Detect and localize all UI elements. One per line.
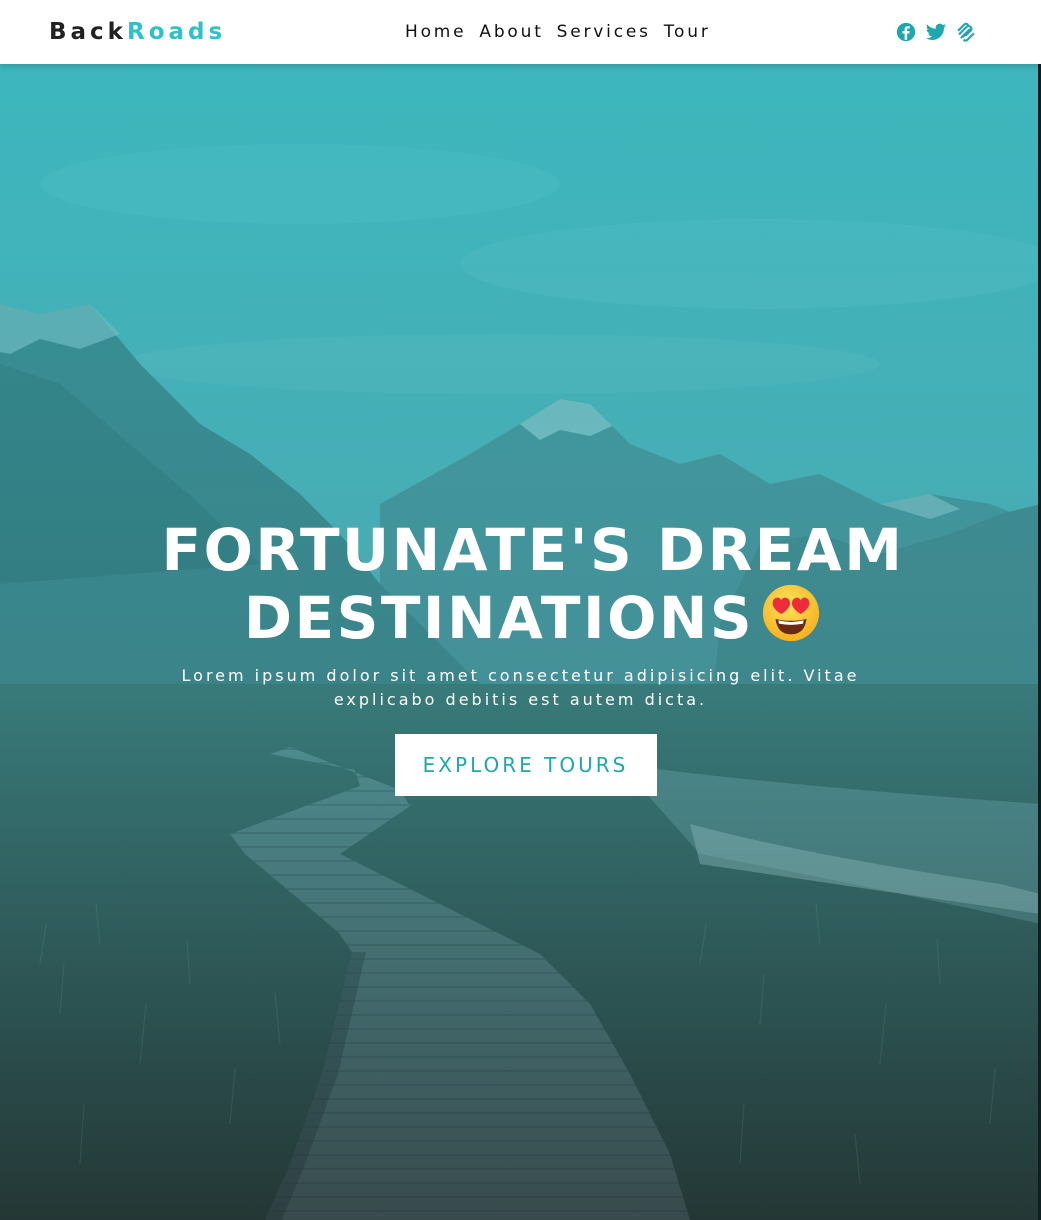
nav-link-tour[interactable]: Tour xyxy=(664,22,711,42)
twitter-icon[interactable] xyxy=(925,21,947,43)
heart-eyes-emoji-icon xyxy=(763,584,820,642)
nav-links: Home About Services Tour xyxy=(405,22,711,42)
hero-section: Fortunate's Dream Destinations Lorem ips… xyxy=(0,64,1041,1220)
nav-link-home[interactable]: Home xyxy=(405,22,466,42)
nav-link-services[interactable]: Services xyxy=(557,22,651,42)
brand-logo[interactable]: BackRoads xyxy=(49,18,226,46)
hero-content: Fortunate's Dream Destinations Lorem ips… xyxy=(0,519,1041,796)
hero-subtitle: Lorem ipsum dolor sit amet consectetur a… xyxy=(181,666,860,709)
brand-name-part2: Roads xyxy=(126,19,227,45)
nav-link-about[interactable]: About xyxy=(479,22,543,42)
social-links xyxy=(895,21,977,43)
explore-tours-button[interactable]: Explore Tours xyxy=(394,734,657,796)
brand-name-part1: Back xyxy=(49,19,127,45)
hero-title: Fortunate's Dream Destinations xyxy=(25,519,1041,650)
squarespace-icon[interactable] xyxy=(955,21,977,43)
navbar: BackRoads Home About Services Tour xyxy=(0,0,1041,64)
facebook-icon[interactable] xyxy=(895,21,917,43)
